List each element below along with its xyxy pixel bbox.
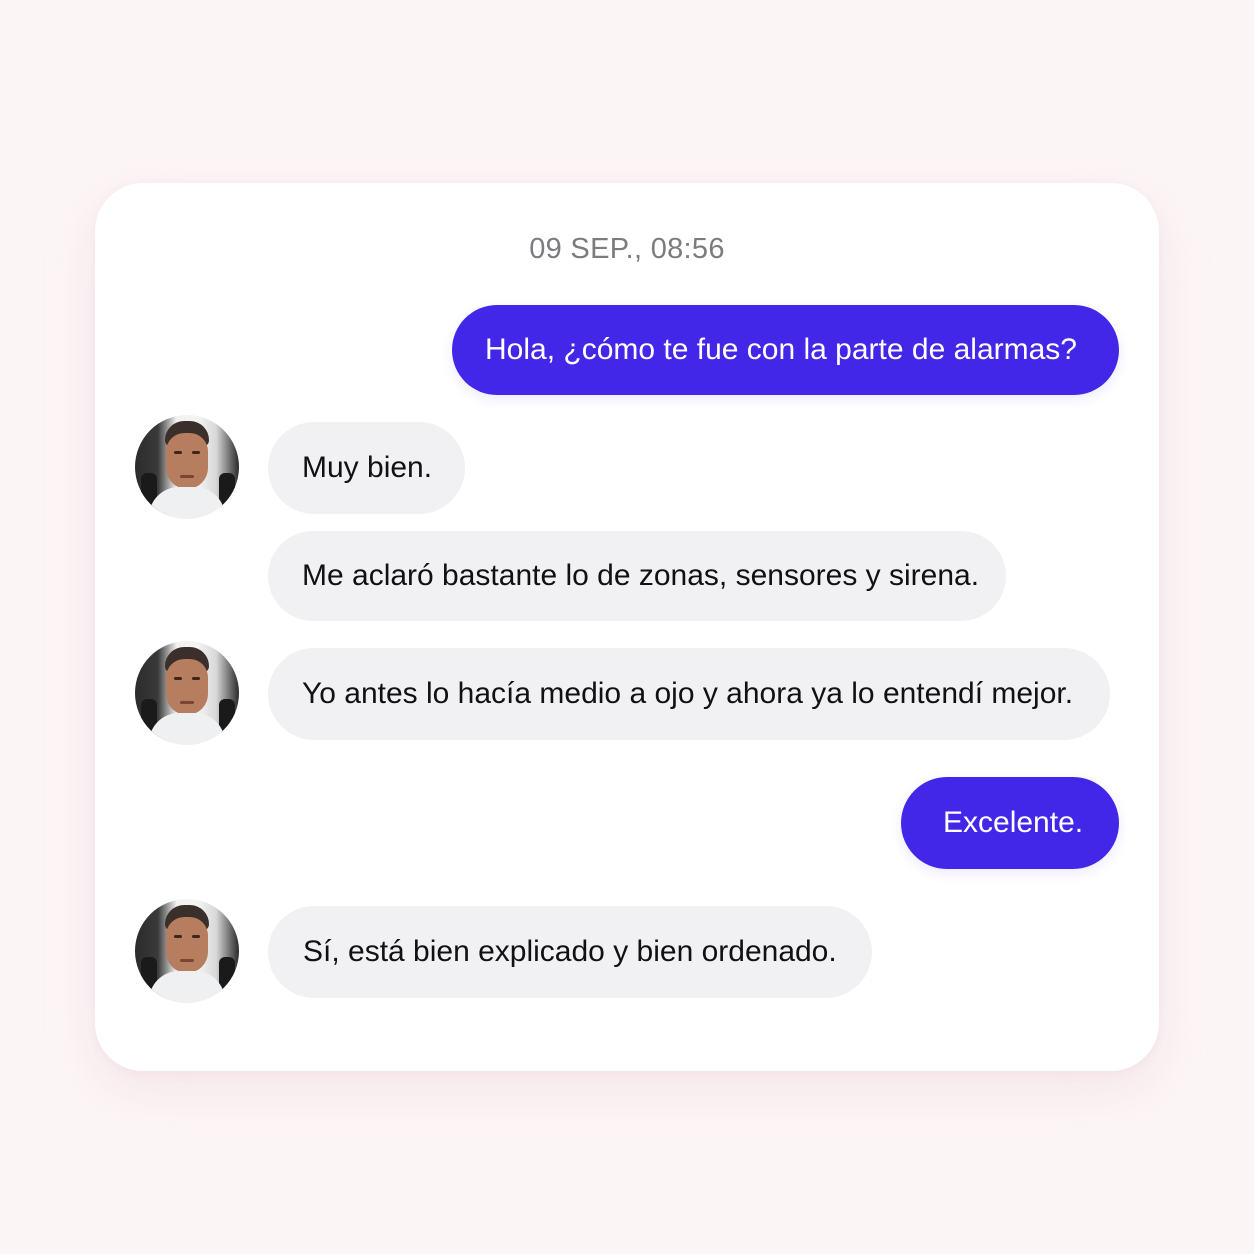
incoming-message-bubble[interactable]: Me aclaró bastante lo de zonas, sensores… <box>268 531 1006 621</box>
contact-avatar[interactable] <box>135 899 239 1003</box>
contact-avatar[interactable] <box>135 641 239 745</box>
incoming-message-bubble[interactable]: Yo antes lo hacía medio a ojo y ahora ya… <box>268 648 1110 740</box>
outgoing-message-bubble[interactable]: Hola, ¿cómo te fue con la parte de alarm… <box>452 305 1119 395</box>
outgoing-message-bubble[interactable]: Excelente. <box>901 777 1119 869</box>
contact-avatar[interactable] <box>135 415 239 519</box>
conversation-timestamp: 09 SEP., 08:56 <box>529 233 725 265</box>
incoming-message-bubble[interactable]: Muy bien. <box>268 422 465 514</box>
incoming-message-bubble[interactable]: Sí, está bien explicado y bien ordenado. <box>268 906 872 998</box>
